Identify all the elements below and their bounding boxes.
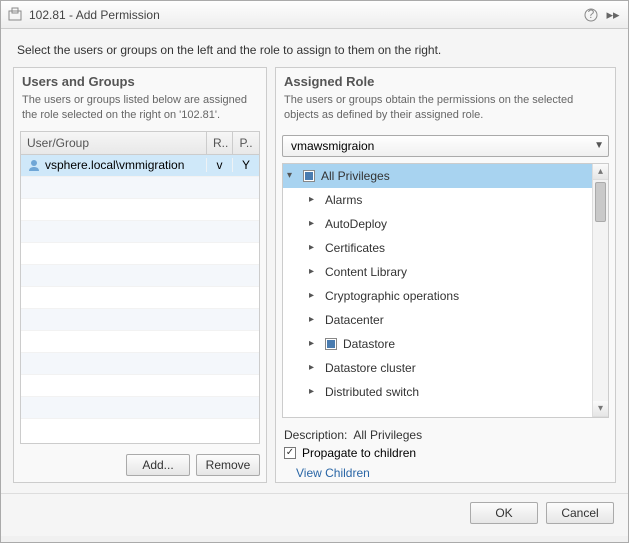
table-row: [21, 199, 259, 221]
description-label: Description:: [284, 428, 347, 442]
propagate-checkbox[interactable]: ✓: [284, 447, 296, 459]
expand-icon[interactable]: ▸: [309, 290, 319, 301]
tree-item-label: Alarms: [325, 193, 362, 207]
scroll-thumb[interactable]: [595, 182, 606, 222]
users-groups-desc: The users or groups listed below are ass…: [14, 93, 266, 131]
column-propagate[interactable]: P..: [233, 132, 259, 154]
user-propagate-cell: Y: [233, 158, 259, 172]
remove-button[interactable]: Remove: [196, 454, 260, 476]
tree-item[interactable]: ▸ Alarms: [283, 188, 592, 212]
assigned-role-title: Assigned Role: [276, 68, 615, 93]
svg-text:?: ?: [588, 8, 595, 21]
tree-item-label: Cryptographic operations: [325, 289, 459, 303]
assigned-role-desc: The users or groups obtain the permissio…: [276, 93, 615, 131]
expand-icon[interactable]: ▸: [309, 338, 319, 349]
role-select[interactable]: vmawsmigraion ▼: [282, 135, 609, 157]
description-value: All Privileges: [353, 428, 422, 442]
table-row: [21, 265, 259, 287]
expand-icon[interactable]: ▸: [309, 362, 319, 373]
main-columns: Users and Groups The users or groups lis…: [1, 67, 628, 493]
tree-item[interactable]: ▸ Content Library: [283, 260, 592, 284]
role-select-value: vmawsmigraion: [291, 139, 374, 153]
tree-item-label: AutoDeploy: [325, 217, 387, 231]
tree-item-label: Datacenter: [325, 313, 384, 327]
propagate-row: ✓ Propagate to children: [276, 444, 615, 462]
table-row: [21, 397, 259, 419]
table-row: [21, 331, 259, 353]
scroll-up-icon[interactable]: ▴: [593, 164, 608, 180]
chevron-down-icon: ▼: [594, 140, 604, 151]
dialog-footer: OK Cancel: [1, 493, 628, 536]
tree-item-label: Certificates: [325, 241, 385, 255]
tree-item-label: Content Library: [325, 265, 407, 279]
privilege-checkbox[interactable]: [303, 170, 315, 182]
expand-icon[interactable]: ▸▸: [604, 6, 622, 24]
users-table: User/Group R.. P.. vsphere.local\vmmigra…: [20, 131, 260, 444]
users-table-header: User/Group R.. P..: [21, 132, 259, 155]
expand-icon[interactable]: ▸: [309, 314, 319, 325]
table-row: [21, 353, 259, 375]
tree-item[interactable]: ▸ Distributed switch: [283, 380, 592, 404]
propagate-label: Propagate to children: [302, 446, 416, 460]
table-row: [21, 221, 259, 243]
table-row[interactable]: vsphere.local\vmmigration v Y: [21, 155, 259, 177]
column-role[interactable]: R..: [207, 132, 233, 154]
scroll-track[interactable]: [593, 180, 608, 401]
help-icon[interactable]: ?: [582, 6, 600, 24]
privilege-checkbox[interactable]: [325, 338, 337, 350]
intro-text: Select the users or groups on the left a…: [1, 29, 628, 67]
table-row: [21, 309, 259, 331]
scrollbar[interactable]: ▴ ▾: [592, 164, 608, 417]
tree-root[interactable]: ▾ All Privileges: [283, 164, 592, 188]
tree-root-label: All Privileges: [321, 169, 390, 183]
user-name: vsphere.local\vmmigration: [45, 158, 184, 172]
users-groups-title: Users and Groups: [14, 68, 266, 93]
users-table-body: vsphere.local\vmmigration v Y: [21, 155, 259, 443]
scroll-down-icon[interactable]: ▾: [593, 401, 608, 417]
tree-item[interactable]: ▸ Datastore cluster: [283, 356, 592, 380]
window-title-controls: ? ▸▸: [582, 6, 622, 24]
tree-item[interactable]: ▸ Cryptographic operations: [283, 284, 592, 308]
view-children-link[interactable]: View Children: [276, 462, 615, 482]
ok-button[interactable]: OK: [470, 502, 538, 524]
assigned-role-panel: Assigned Role The users or groups obtain…: [275, 67, 616, 483]
expand-icon[interactable]: ▸: [309, 218, 319, 229]
window-title: 102.81 - Add Permission: [29, 8, 582, 22]
expand-icon[interactable]: ▸: [309, 386, 319, 397]
tree-item[interactable]: ▸ Certificates: [283, 236, 592, 260]
users-groups-panel: Users and Groups The users or groups lis…: [13, 67, 267, 483]
tree-item-label: Datastore: [343, 337, 395, 351]
table-row: [21, 177, 259, 199]
tree-item[interactable]: ▸ Datastore: [283, 332, 592, 356]
user-icon: [27, 158, 41, 172]
table-row: [21, 287, 259, 309]
expand-icon[interactable]: ▸: [309, 242, 319, 253]
user-role-cell: v: [207, 158, 233, 172]
expand-icon[interactable]: ▸: [309, 194, 319, 205]
table-row: [21, 375, 259, 397]
column-usergroup[interactable]: User/Group: [21, 132, 207, 154]
tree-item[interactable]: ▸ Datacenter: [283, 308, 592, 332]
description-line: Description: All Privileges: [276, 424, 615, 444]
permissions-icon: [7, 7, 23, 23]
cancel-button[interactable]: Cancel: [546, 502, 614, 524]
tree-item-label: Distributed switch: [325, 385, 419, 399]
tree-item[interactable]: ▸ AutoDeploy: [283, 212, 592, 236]
collapse-icon[interactable]: ▾: [287, 170, 297, 181]
privileges-tree: ▾ All Privileges ▸ Alarms ▸ AutoDeploy ▸…: [282, 163, 609, 418]
add-button[interactable]: Add...: [126, 454, 190, 476]
table-row: [21, 243, 259, 265]
tree-item-label: Datastore cluster: [325, 361, 416, 375]
window-titlebar: 102.81 - Add Permission ? ▸▸: [1, 1, 628, 29]
expand-icon[interactable]: ▸: [309, 266, 319, 277]
